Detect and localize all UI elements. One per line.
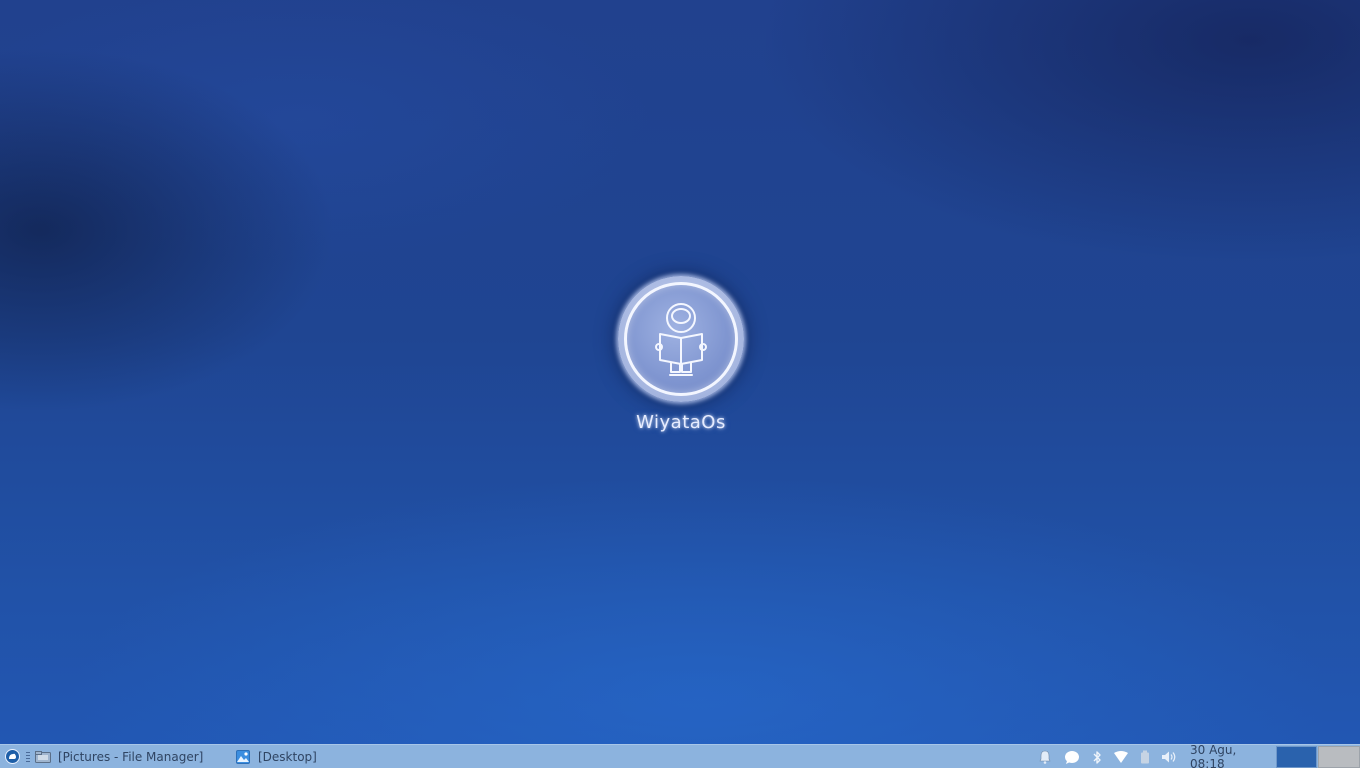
- task-file-manager-label: [Pictures - File Manager]: [58, 749, 204, 764]
- workspace-switcher-2[interactable]: [1318, 746, 1360, 768]
- taskbar-panel: [Pictures - File Manager] [Desktop] 30 A…: [0, 743, 1360, 771]
- wifi-icon[interactable]: [1112, 748, 1130, 766]
- volume-icon[interactable]: [1160, 748, 1178, 766]
- system-tray: [1034, 745, 1194, 768]
- task-desktop[interactable]: [Desktop]: [234, 745, 344, 768]
- file-manager-icon: [34, 749, 52, 765]
- image-viewer-icon: [234, 749, 252, 765]
- whisker-menu-button[interactable]: [3, 745, 21, 768]
- astronaut-reading-icon: [655, 303, 707, 376]
- task-file-manager[interactable]: [Pictures - File Manager]: [34, 745, 224, 768]
- chat-bubble-icon[interactable]: [1063, 748, 1081, 766]
- notification-bell-icon[interactable]: [1036, 748, 1054, 766]
- brand-name-text: WiyataOs: [636, 412, 726, 433]
- wiyataos-logo: [618, 276, 744, 402]
- panel-drag-handle[interactable]: [24, 745, 32, 768]
- task-desktop-label: [Desktop]: [258, 749, 317, 764]
- desktop-background[interactable]: WiyataOs: [0, 0, 1360, 744]
- panel-clock[interactable]: 30 Agu, 08:18: [1190, 743, 1274, 771]
- workspace-switcher-1[interactable]: [1276, 746, 1317, 768]
- whisker-menu-icon: [4, 749, 20, 764]
- battery-icon[interactable]: [1136, 748, 1154, 766]
- bluetooth-icon[interactable]: [1088, 748, 1106, 766]
